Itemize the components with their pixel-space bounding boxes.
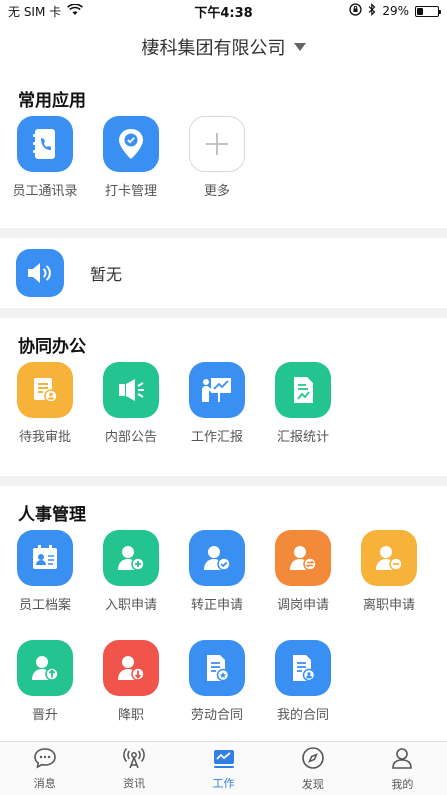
tab-label: 发现 xyxy=(301,777,324,791)
tab-label: 资讯 xyxy=(123,776,146,790)
app-transfer[interactable]: 调岗申请 xyxy=(274,530,360,640)
chat-bubble-icon xyxy=(33,747,57,773)
app-labor-contract[interactable]: 劳动合同 xyxy=(188,640,274,750)
app-label: 入职申请 xyxy=(104,598,157,613)
app-label: 转正申请 xyxy=(190,598,243,613)
app-demotion[interactable]: 降职 xyxy=(102,640,188,750)
status-time: 下午4:38 xyxy=(194,5,253,21)
user-transfer-icon xyxy=(275,530,331,586)
person-icon xyxy=(390,746,414,774)
battery-percent: 29% xyxy=(382,4,410,18)
app-label: 调岗申请 xyxy=(276,598,329,613)
wifi-icon xyxy=(67,2,84,19)
user-add-icon xyxy=(103,530,159,586)
app-regularization[interactable]: 转正申请 xyxy=(188,530,274,640)
app-label: 内部公告 xyxy=(104,430,157,445)
app-pending-approval[interactable]: 待我审批 xyxy=(16,362,102,472)
user-up-icon xyxy=(17,640,73,696)
rotation-lock-icon xyxy=(349,3,362,19)
app-resignation[interactable]: 离职申请 xyxy=(360,530,446,640)
bottom-tab-bar: 消息 资讯 工作 发现 我的 xyxy=(0,741,447,795)
app-employee-directory[interactable]: 员工通讯录 xyxy=(12,116,102,226)
megaphone-icon xyxy=(103,362,159,418)
tab-news[interactable]: 资讯 xyxy=(89,742,178,795)
collab-section: 协同办公 待我审批 内部公告 工作汇报 汇报统计 xyxy=(0,318,447,476)
tab-messages[interactable]: 消息 xyxy=(0,742,89,795)
plus-icon xyxy=(189,116,245,172)
work-chart-icon xyxy=(212,747,236,773)
app-internal-notice[interactable]: 内部公告 xyxy=(102,362,188,472)
app-my-contract[interactable]: 我的合同 xyxy=(274,640,360,750)
tab-label: 工作 xyxy=(212,776,235,790)
user-down-icon xyxy=(103,640,159,696)
app-label: 工作汇报 xyxy=(190,430,243,445)
app-promotion[interactable]: 晋升 xyxy=(16,640,102,750)
approval-doc-icon xyxy=(17,362,73,418)
broadcast-icon xyxy=(121,747,147,773)
section-title: 常用应用 xyxy=(18,91,86,111)
app-onboarding[interactable]: 入职申请 xyxy=(102,530,188,640)
tab-discover[interactable]: 发现 xyxy=(268,742,357,795)
user-check-icon xyxy=(189,530,245,586)
chevron-down-icon xyxy=(293,43,306,51)
app-label: 我的合同 xyxy=(276,708,329,723)
app-label: 汇报统计 xyxy=(276,430,329,445)
app-label: 员工通讯录 xyxy=(12,184,78,199)
presentation-icon xyxy=(189,362,245,418)
battery-icon xyxy=(415,5,442,17)
id-card-icon xyxy=(17,530,73,586)
bluetooth-icon xyxy=(368,3,376,19)
status-bar: 无 SIM 卡 下午4:38 29% xyxy=(0,0,447,22)
announcement-bar[interactable]: 暂无 xyxy=(0,238,447,308)
app-label: 更多 xyxy=(203,184,230,199)
app-label: 降职 xyxy=(117,708,144,723)
app-report-stats[interactable]: 汇报统计 xyxy=(274,362,360,472)
company-name: 棲科集团有限公司 xyxy=(141,38,286,59)
app-clock-in[interactable]: 打卡管理 xyxy=(102,116,188,226)
app-more[interactable]: 更多 xyxy=(188,116,274,226)
section-title: 协同办公 xyxy=(18,337,86,357)
section-title: 人事管理 xyxy=(18,505,86,525)
app-label: 打卡管理 xyxy=(104,184,157,199)
contacts-book-icon xyxy=(17,116,73,172)
battery-level-fill xyxy=(417,7,423,15)
report-stats-icon xyxy=(275,362,331,418)
app-work-report[interactable]: 工作汇报 xyxy=(188,362,274,472)
tab-label: 我的 xyxy=(391,777,414,791)
app-label: 待我审批 xyxy=(18,430,71,445)
app-employee-file[interactable]: 员工档案 xyxy=(16,530,102,640)
app-label: 晋升 xyxy=(31,708,58,723)
tab-work[interactable]: 工作 xyxy=(179,742,268,795)
carrier-label: 无 SIM 卡 xyxy=(8,4,62,19)
tab-mine[interactable]: 我的 xyxy=(358,742,447,795)
tab-label: 消息 xyxy=(33,776,56,790)
app-label: 员工档案 xyxy=(18,598,71,613)
common-apps-section: 常用应用 员工通讯录 打卡管理 更多 xyxy=(0,72,447,228)
company-selector[interactable]: 棲科集团有限公司 xyxy=(0,22,447,72)
user-remove-icon xyxy=(361,530,417,586)
location-check-icon xyxy=(103,116,159,172)
app-label: 离职申请 xyxy=(362,598,415,613)
my-contract-icon xyxy=(275,640,331,696)
app-label: 劳动合同 xyxy=(190,708,243,723)
announcement-text: 暂无 xyxy=(90,265,123,284)
speaker-icon xyxy=(16,249,64,297)
contract-icon xyxy=(189,640,245,696)
compass-icon xyxy=(301,746,325,774)
hr-section: 人事管理 员工档案 入职申请 转正申请 调岗申请 离职申请 晋升 降职 劳动合同… xyxy=(0,486,447,766)
